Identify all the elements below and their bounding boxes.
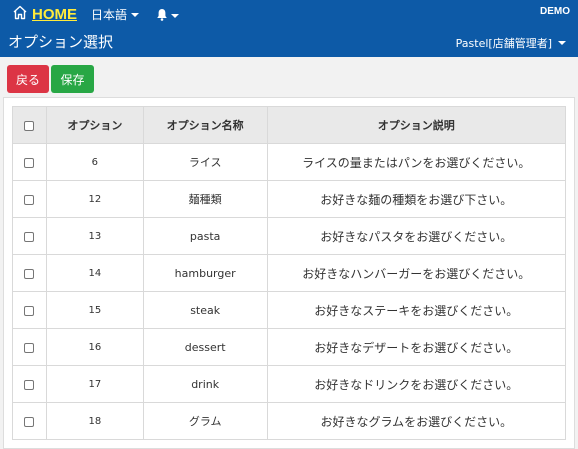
option-id: 13 [45,217,144,255]
table-row[interactable]: 18 グラム お好きなグラムをお選びください。 [12,402,567,440]
chevron-down-icon [131,12,140,17]
notifications-dropdown[interactable] [156,6,179,25]
home-icon [12,5,28,24]
column-header-option-description[interactable]: オプション説明 [266,106,567,144]
language-label: 日本語 [91,8,128,22]
option-name: pasta [142,217,268,255]
user-name: Pastel[店舗管理者] [455,37,552,50]
select-all-checkbox[interactable] [24,120,35,131]
table-row[interactable]: 17 drink お好きなドリンクをお選びください。 [12,365,567,403]
user-menu[interactable]: Pastel[店舗管理者] [456,35,566,51]
option-description: お好きなデザートをお選びください。 [266,328,567,366]
save-button[interactable]: 保存 [51,65,94,93]
option-description: お好きなグラムをお選びください。 [266,402,567,440]
option-id: 17 [45,365,144,403]
option-description: ライスの量またはパンをお選びください。 [266,143,567,181]
option-description: お好きなドリンクをお選びください。 [266,365,567,403]
back-button[interactable]: 戻る [7,65,49,93]
option-name: グラム [142,402,268,440]
option-description: お好きなパスタをお選びください。 [266,217,567,255]
option-name: steak [142,291,268,329]
table-header-row: オプション オプション名称 オプション説明 [12,106,567,144]
row-checkbox[interactable] [24,379,35,390]
option-id: 6 [45,143,144,181]
row-checkbox[interactable] [24,157,35,168]
option-name: dessert [142,328,268,366]
top-navbar: HOME 日本語 DEMO オプション選択 Pastel[店舗管理者] [0,0,578,57]
env-badge: DEMO [540,6,570,17]
row-checkbox[interactable] [24,231,35,242]
table-row[interactable]: 16 dessert お好きなデザートをお選びください。 [12,328,567,366]
row-checkbox[interactable] [24,268,35,279]
table-row[interactable]: 12 麺種類 お好きな麺の種類をお選び下さい。 [12,180,567,218]
options-panel: オプション オプション名称 オプション説明 6 ライス ライスの量またはパンをお… [3,97,575,449]
bell-icon [156,6,168,25]
option-description: お好きなハンバーガーをお選びください。 [266,254,567,292]
row-checkbox[interactable] [24,194,35,205]
option-id: 16 [45,328,144,366]
option-id: 14 [45,254,144,292]
option-name: 麺種類 [142,180,268,218]
option-name: hamburger [142,254,268,292]
option-name: ライス [142,143,268,181]
option-description: お好きなステーキをお選びください。 [266,291,567,329]
option-name: drink [142,365,268,403]
option-id: 15 [45,291,144,329]
table-row[interactable]: 6 ライス ライスの量またはパンをお選びください。 [12,143,567,181]
chevron-down-icon [558,41,566,45]
home-link[interactable]: HOME [12,5,77,24]
row-checkbox[interactable] [24,305,35,316]
option-description: お好きな麺の種類をお選び下さい。 [266,180,567,218]
option-id: 12 [45,180,144,218]
options-table: オプション オプション名称 オプション説明 6 ライス ライスの量またはパンをお… [12,106,567,440]
action-toolbar: 戻る 保存 [7,65,94,93]
page-title: オプション選択 [8,33,114,51]
language-dropdown[interactable]: 日本語 [91,6,140,23]
row-checkbox[interactable] [24,342,35,353]
table-row[interactable]: 14 hamburger お好きなハンバーガーをお選びください。 [12,254,567,292]
column-header-option[interactable]: オプション [45,106,144,144]
row-checkbox[interactable] [24,416,35,427]
column-header-option-name[interactable]: オプション名称 [142,106,268,144]
home-label[interactable]: HOME [32,6,77,23]
option-id: 18 [45,402,144,440]
table-row[interactable]: 13 pasta お好きなパスタをお選びください。 [12,217,567,255]
select-all-cell [12,106,47,144]
chevron-down-icon [171,13,179,18]
table-row[interactable]: 15 steak お好きなステーキをお選びください。 [12,291,567,329]
